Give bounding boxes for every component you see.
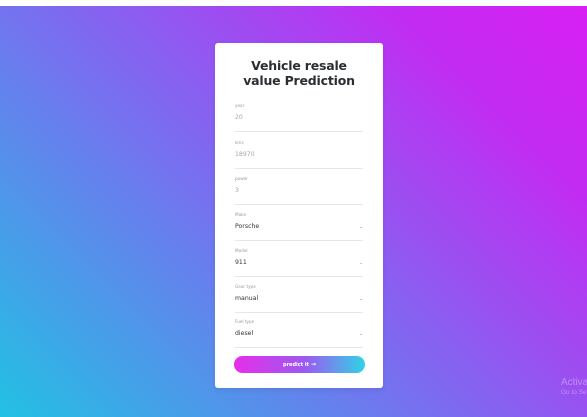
- kms-label: kms: [235, 140, 244, 145]
- chevron-down-icon[interactable]: ⌄: [359, 261, 363, 266]
- form-title-line-1: Vehicle resale: [251, 58, 347, 73]
- watermark-subtitle: Go to Settings to activate Windows.: [561, 389, 587, 396]
- fuel-type-label: Fuel type: [235, 319, 255, 324]
- arrow-right-icon: →: [310, 361, 316, 368]
- chevron-down-icon[interactable]: ⌄: [359, 225, 363, 230]
- model-select-field[interactable]: Model 911 ⌄: [235, 248, 363, 277]
- year-label: year: [235, 103, 245, 108]
- kms-input[interactable]: 18970: [235, 151, 255, 159]
- model-label: Model: [235, 248, 248, 253]
- fuel-type-select[interactable]: diesel: [235, 330, 253, 338]
- chevron-down-icon[interactable]: ⌄: [359, 297, 363, 302]
- power-input[interactable]: 3: [235, 187, 239, 195]
- gear-type-label: Gear type: [235, 284, 256, 289]
- chevron-down-icon[interactable]: ⌄: [359, 332, 363, 337]
- power-label: power: [235, 176, 248, 181]
- model-select[interactable]: 911: [235, 259, 247, 267]
- fuel-type-select-field[interactable]: Fuel type diesel ⌄: [235, 319, 363, 348]
- year-field[interactable]: year 20: [235, 103, 363, 132]
- predict-button[interactable]: predict it →: [234, 356, 365, 373]
- activate-windows-watermark: Activate Windows Go to Settings to activ…: [561, 377, 587, 397]
- make-select-field[interactable]: Make Porsche ⌄: [235, 212, 363, 241]
- predict-button-label: predict it: [283, 362, 309, 368]
- prediction-form-card: Vehicle resale value Prediction year 20 …: [215, 43, 383, 388]
- top-strip: [0, 0, 587, 6]
- gear-type-select-field[interactable]: Gear type manual ⌄: [235, 284, 363, 313]
- power-field[interactable]: power 3: [235, 176, 363, 205]
- form-title-line-2: value Prediction: [243, 73, 355, 88]
- gear-type-select[interactable]: manual: [235, 295, 258, 303]
- watermark-title: Activate Windows: [561, 377, 587, 388]
- make-select[interactable]: Porsche: [235, 223, 259, 231]
- make-label: Make: [235, 212, 247, 217]
- year-input[interactable]: 20: [235, 114, 243, 122]
- form-title: Vehicle resale value Prediction: [215, 58, 383, 88]
- kms-field[interactable]: kms 18970: [235, 140, 363, 169]
